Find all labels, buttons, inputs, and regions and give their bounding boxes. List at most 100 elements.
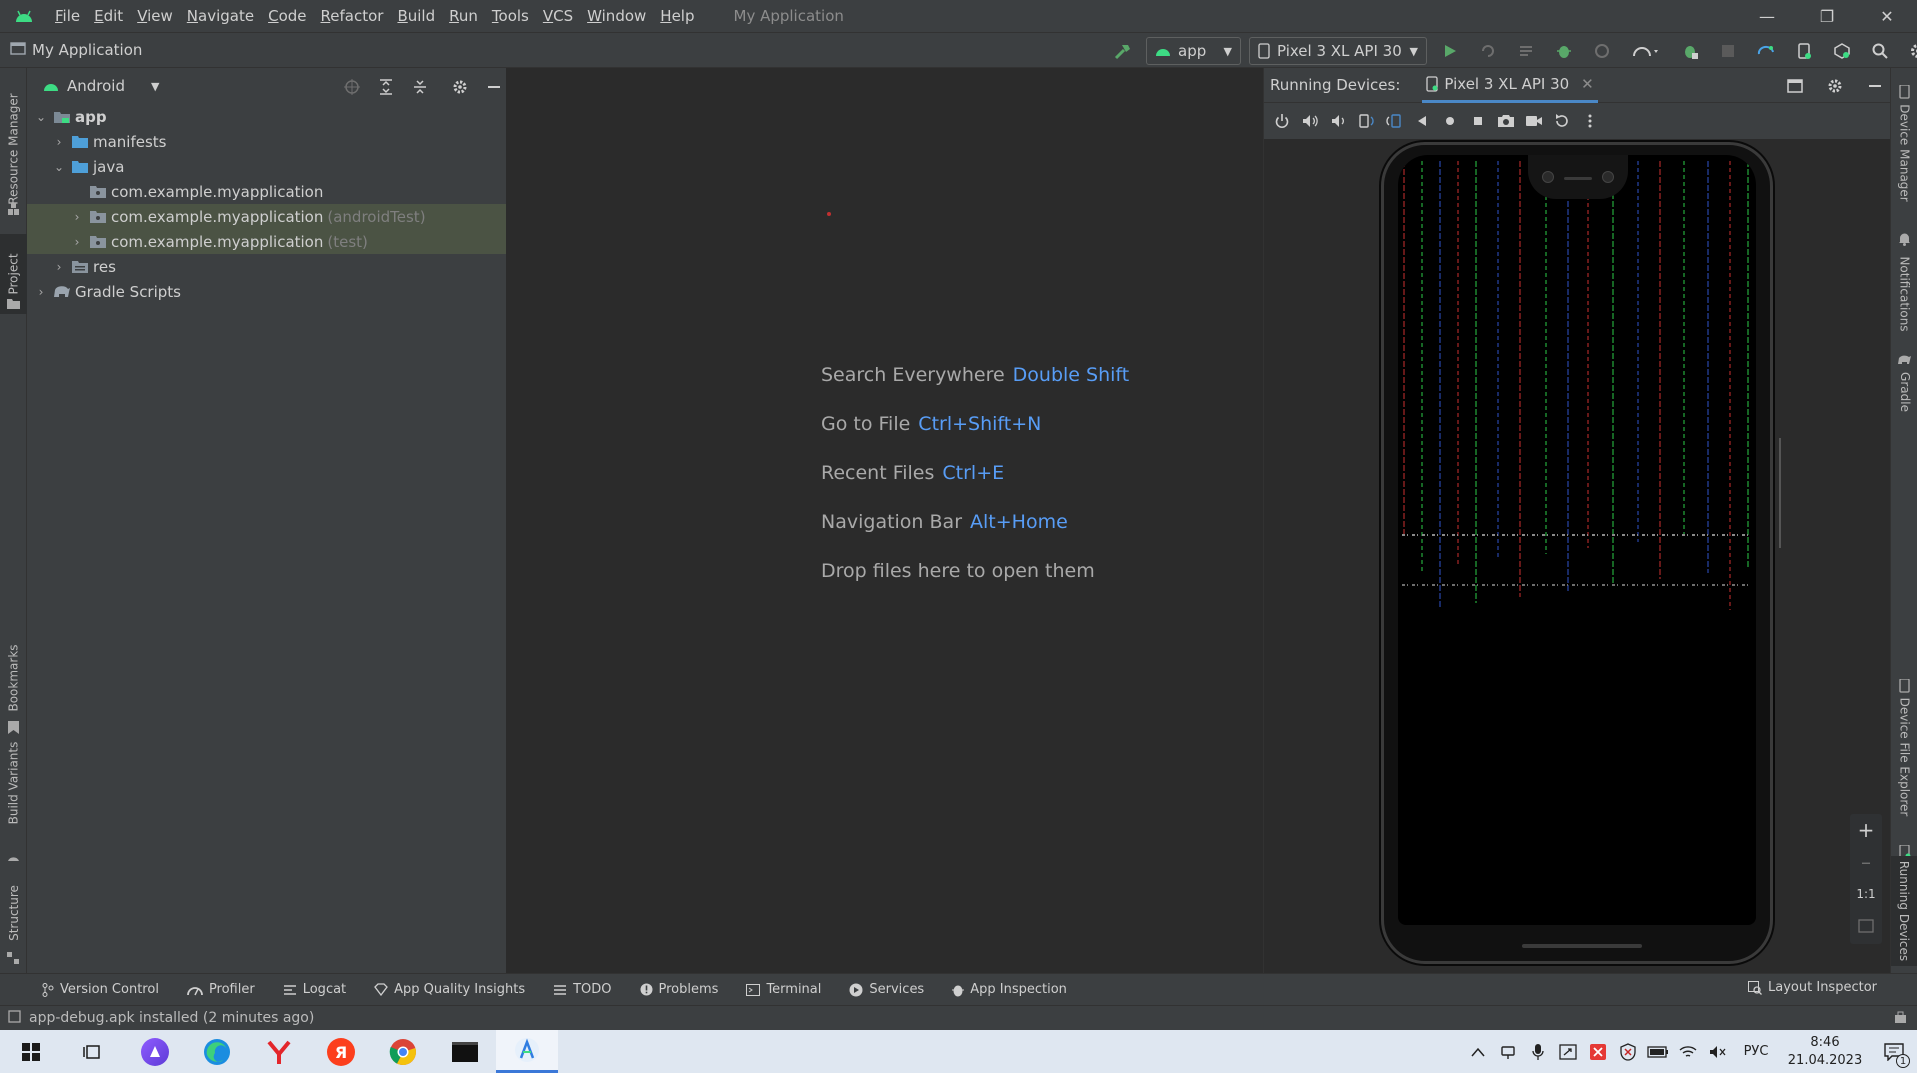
minimize-window-button[interactable]: — xyxy=(1737,0,1797,32)
debug-bug-icon[interactable] xyxy=(1549,36,1579,66)
tree-item-java[interactable]: ⌄ java xyxy=(27,154,506,179)
profiler-tab[interactable]: Profiler xyxy=(173,982,269,997)
zoom-one-to-one-button[interactable]: 1:1 xyxy=(1856,878,1875,910)
gradle-tab[interactable]: Gradle xyxy=(1891,362,1917,422)
menu-vcs[interactable]: VCS xyxy=(536,7,580,25)
zoom-in-icon[interactable]: + xyxy=(1858,814,1875,846)
stop-icon[interactable] xyxy=(1713,36,1743,66)
home-circle-icon[interactable] xyxy=(1436,107,1464,135)
attach-debugger-icon[interactable] xyxy=(1587,36,1617,66)
tray-volume-muted-icon[interactable] xyxy=(1703,1030,1733,1073)
version-control-tab[interactable]: Version Control xyxy=(0,982,173,997)
scrollbar-thumb[interactable] xyxy=(1779,438,1781,548)
tray-microphone-icon[interactable] xyxy=(1523,1030,1553,1073)
device-dropdown[interactable]: Pixel 3 XL API 30 ▼ xyxy=(1249,37,1427,65)
action-center-icon[interactable]: 1 xyxy=(1871,1030,1917,1073)
volume-down-icon[interactable] xyxy=(1324,107,1352,135)
close-window-button[interactable]: ✕ xyxy=(1857,0,1917,32)
terminal-app-icon[interactable] xyxy=(434,1030,496,1073)
windows-start-icon[interactable] xyxy=(0,1030,62,1073)
restore-window-button[interactable]: ❐ xyxy=(1797,0,1857,32)
status-lock-icon[interactable] xyxy=(1894,1011,1907,1028)
tray-battery-icon[interactable] xyxy=(1643,1030,1673,1073)
tree-item-gradle-scripts[interactable]: › Gradle Scripts xyxy=(27,279,506,304)
zoom-out-icon[interactable]: – xyxy=(1861,846,1871,878)
task-view-icon[interactable] xyxy=(62,1030,124,1073)
services-tab[interactable]: Services xyxy=(835,982,938,997)
breadcrumb[interactable]: My Application xyxy=(0,41,142,59)
device-manager-tab[interactable]: Device Manager xyxy=(1891,98,1917,208)
edge-browser-icon[interactable] xyxy=(186,1030,248,1073)
hide-panel-minus-icon[interactable] xyxy=(479,72,509,102)
settings-gear-icon[interactable] xyxy=(1903,36,1917,66)
tree-item-manifests[interactable]: › manifests xyxy=(27,129,506,154)
build-variants-tab[interactable]: Build Variants xyxy=(0,738,27,828)
tree-item-package-main[interactable]: com.example.myapplication xyxy=(27,179,506,204)
device-screen[interactable] xyxy=(1398,155,1756,925)
device-tab[interactable]: Pixel 3 XL API 30 ✕ xyxy=(1422,68,1598,103)
chevron-down-icon[interactable]: ⌄ xyxy=(49,160,69,174)
menu-edit[interactable]: Edit xyxy=(87,7,130,25)
alice-assistant-icon[interactable] xyxy=(124,1030,186,1073)
logcat-tab[interactable]: Logcat xyxy=(269,982,360,997)
tray-webcam-icon[interactable] xyxy=(1493,1030,1523,1073)
panel-settings-gear-icon[interactable] xyxy=(445,72,475,102)
chevron-right-icon[interactable]: › xyxy=(31,285,51,299)
menu-file[interactable]: File xyxy=(48,7,87,25)
device-manager-toolbar-icon[interactable] xyxy=(1789,36,1819,66)
screenshot-camera-icon[interactable] xyxy=(1492,107,1520,135)
sync-gradle-icon[interactable] xyxy=(1751,36,1781,66)
android-studio-taskbar-icon[interactable] xyxy=(496,1030,558,1073)
menu-view[interactable]: View xyxy=(130,7,180,25)
close-tab-icon[interactable]: ✕ xyxy=(1581,75,1594,93)
maximize-panel-icon[interactable] xyxy=(1780,71,1810,101)
chrome-browser-icon[interactable] xyxy=(372,1030,434,1073)
menu-navigate[interactable]: Navigate xyxy=(180,7,261,25)
run-config-dropdown[interactable]: app ▼ xyxy=(1146,37,1241,65)
reset-rotation-icon[interactable] xyxy=(1548,107,1576,135)
project-view-selector[interactable]: Android ▼ xyxy=(43,77,159,95)
status-square-icon[interactable] xyxy=(8,1009,21,1027)
apply-changes-restart-icon[interactable] xyxy=(1473,36,1503,66)
power-icon[interactable] xyxy=(1268,107,1296,135)
tray-share-icon[interactable] xyxy=(1553,1030,1583,1073)
more-options-icon[interactable] xyxy=(1576,107,1604,135)
yandex-app-icon[interactable]: Я xyxy=(310,1030,372,1073)
overview-square-icon[interactable] xyxy=(1464,107,1492,135)
tree-item-app[interactable]: ⌄ app xyxy=(27,104,506,129)
yandex-browser-icon[interactable] xyxy=(248,1030,310,1073)
chevron-right-icon[interactable]: › xyxy=(49,260,69,274)
collapse-all-icon[interactable] xyxy=(405,72,435,102)
locate-target-icon[interactable] xyxy=(337,72,367,102)
tray-clock[interactable]: 8:46 21.04.2023 xyxy=(1779,1030,1871,1073)
make-project-hammer-icon[interactable] xyxy=(1108,36,1138,66)
tree-item-res[interactable]: › res xyxy=(27,254,506,279)
layout-inspector-tab[interactable]: Layout Inspector xyxy=(1734,980,1891,995)
tray-chevron-up-icon[interactable] xyxy=(1463,1030,1493,1073)
problems-tab[interactable]: Problems xyxy=(626,982,733,997)
tray-wifi-icon[interactable] xyxy=(1673,1030,1703,1073)
structure-tab[interactable]: Structure xyxy=(0,868,27,958)
panel-settings-gear-icon[interactable] xyxy=(1820,71,1850,101)
tree-item-package-test[interactable]: › com.example.myapplication (test) xyxy=(27,229,506,254)
chevron-down-icon[interactable]: ⌄ xyxy=(31,110,51,124)
app-quality-insights-tab[interactable]: App Quality Insights xyxy=(360,982,539,997)
menu-window[interactable]: Window xyxy=(580,7,653,25)
apply-code-changes-icon[interactable] xyxy=(1511,36,1541,66)
rotate-right-icon[interactable] xyxy=(1380,107,1408,135)
device-file-explorer-tab[interactable]: Device File Explorer xyxy=(1891,692,1917,822)
search-icon[interactable] xyxy=(1865,36,1895,66)
menu-code[interactable]: Code xyxy=(261,7,313,25)
zoom-to-fit-icon[interactable] xyxy=(1858,910,1874,942)
tray-language-indicator[interactable]: РУС xyxy=(1733,1030,1779,1073)
run-button[interactable] xyxy=(1435,36,1465,66)
chevron-right-icon[interactable]: › xyxy=(49,135,69,149)
menu-build[interactable]: Build xyxy=(390,7,442,25)
app-inspection-tab[interactable]: App Inspection xyxy=(938,982,1081,997)
rotate-left-icon[interactable] xyxy=(1352,107,1380,135)
bookmarks-tab[interactable]: Bookmarks xyxy=(0,638,27,718)
terminal-tab[interactable]: Terminal xyxy=(732,982,835,997)
profile-icon[interactable] xyxy=(1625,36,1667,66)
screen-record-icon[interactable] xyxy=(1520,107,1548,135)
sdk-manager-icon[interactable] xyxy=(1827,36,1857,66)
